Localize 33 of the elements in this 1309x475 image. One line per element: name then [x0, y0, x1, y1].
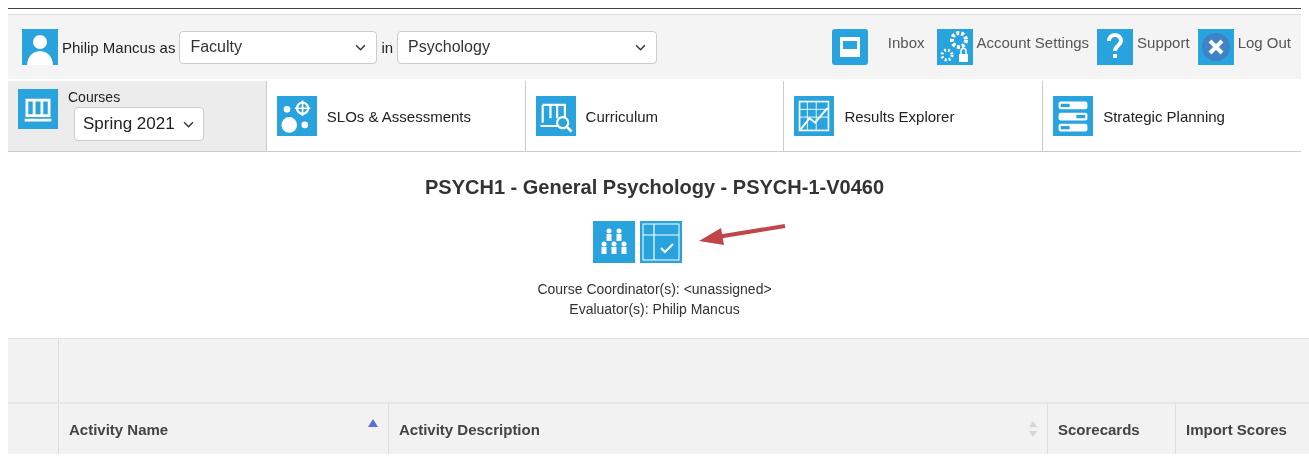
- header-link[interactable]: Support: [1137, 33, 1194, 61]
- department-select[interactable]: Psychology: [397, 30, 658, 64]
- user-avatar-icon: [22, 29, 58, 65]
- column-header[interactable]: Activity Description: [389, 404, 1048, 454]
- target-circles-icon: [276, 96, 317, 136]
- evaluator-text: Evaluator(s): Philip Mancus: [569, 301, 740, 317]
- close-icon[interactable]: [1197, 29, 1234, 65]
- inbox-icon[interactable]: [831, 29, 868, 65]
- in-label: in: [381, 38, 394, 56]
- people-icon[interactable]: [592, 221, 635, 263]
- chevron-down-icon: [635, 43, 647, 51]
- chevron-down-icon: [182, 120, 194, 128]
- header-link[interactable]: Log Out: [1237, 33, 1295, 61]
- question-icon[interactable]: [1097, 29, 1134, 65]
- coordinator-text: Course Coordinator(s): <unassigned>: [537, 281, 772, 297]
- role-select[interactable]: Faculty: [179, 30, 378, 64]
- user-label: Philip Mancus as: [62, 38, 176, 56]
- term-select[interactable]: Spring 2021: [74, 107, 204, 141]
- header-link[interactable]: Inbox: [871, 33, 929, 61]
- chevron-down-icon: [355, 43, 367, 51]
- columns-icon: [18, 89, 58, 129]
- header-link[interactable]: Account Settings: [976, 33, 1094, 61]
- magnifier-icon: [535, 96, 576, 136]
- toggles-icon: [1053, 96, 1094, 136]
- column-header[interactable]: Scorecards: [1048, 404, 1176, 454]
- scorecard-check-icon[interactable]: [639, 221, 682, 263]
- gear-lock-icon[interactable]: [936, 29, 973, 65]
- nav-tab[interactable]: Courses Spring 2021: [8, 81, 267, 151]
- column-header[interactable]: Import Scores: [1176, 404, 1309, 454]
- sort-ascending-icon[interactable]: [368, 419, 378, 427]
- column-header[interactable]: Activity Name: [59, 404, 389, 454]
- course-title: PSYCH1 - General Psychology - PSYCH-1-V0460: [424, 176, 885, 199]
- line-chart-icon: [794, 96, 835, 136]
